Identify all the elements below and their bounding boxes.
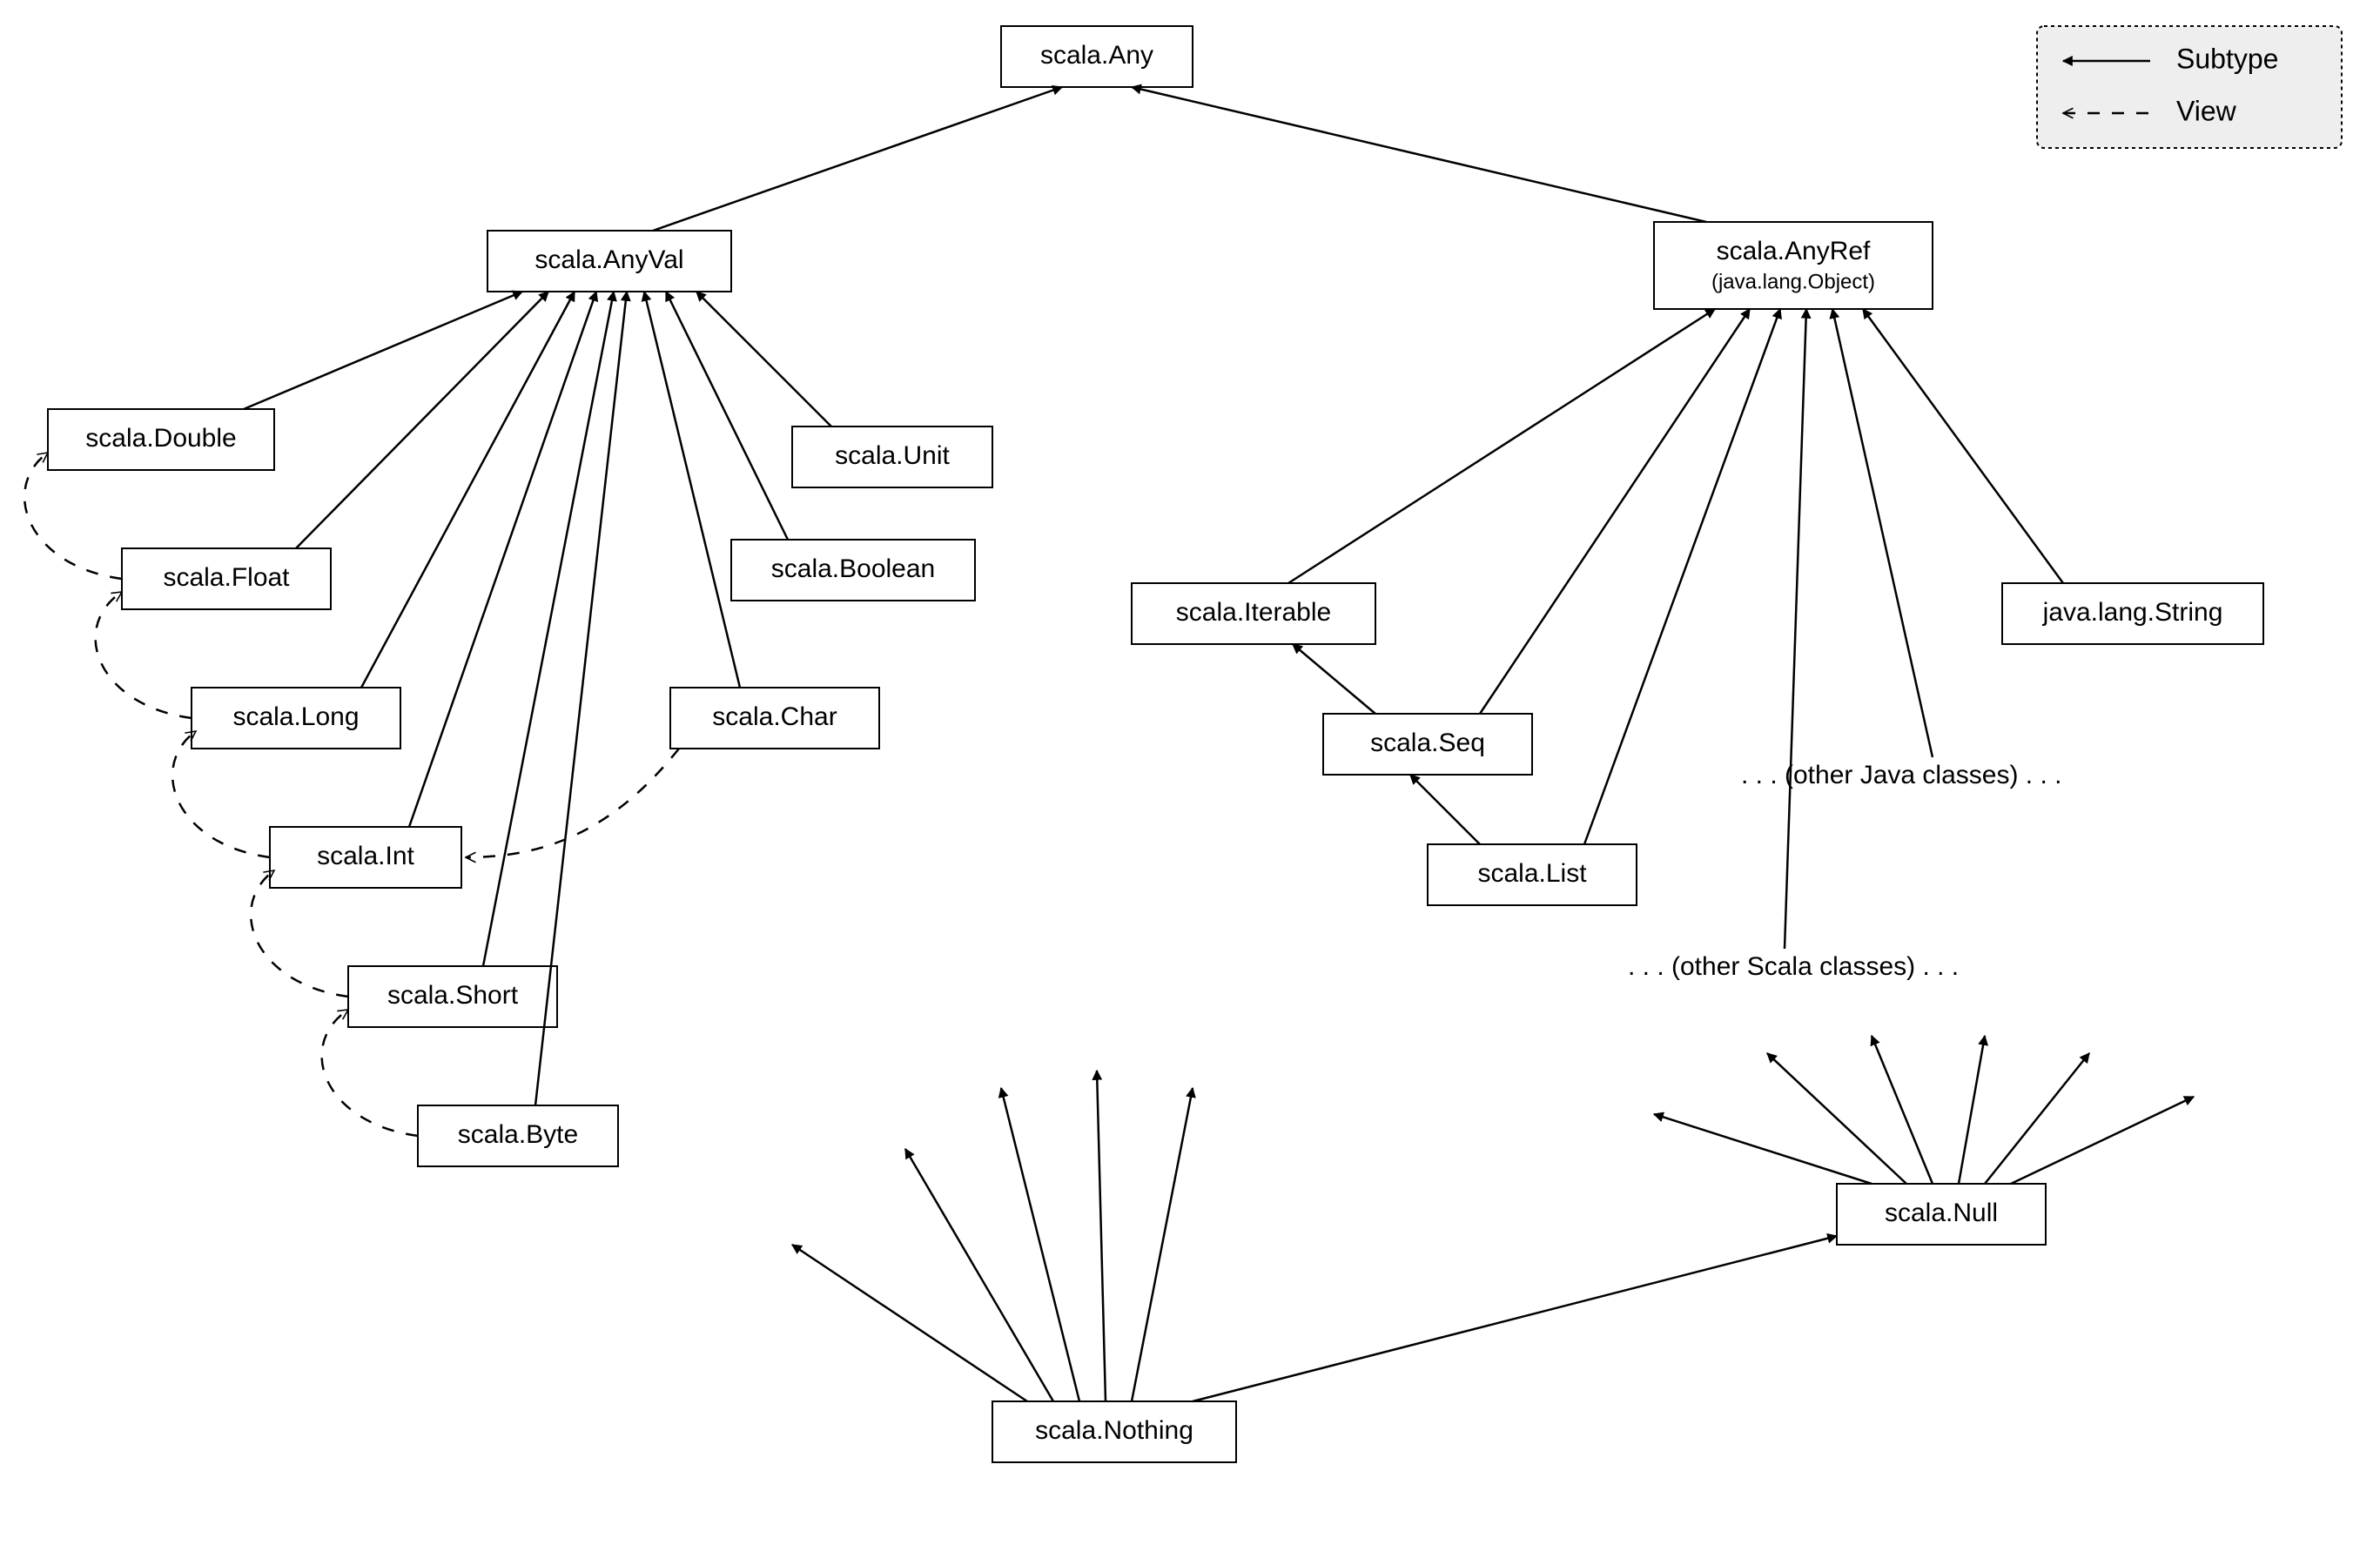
label-iterable: scala.Iterable: [1176, 598, 1331, 627]
node-boolean: scala.Boolean: [731, 540, 975, 601]
label-null: scala.Null: [1885, 1199, 1998, 1227]
label-double: scala.Double: [85, 424, 236, 453]
node-long: scala.Long: [192, 688, 400, 749]
label-short: scala.Short: [387, 981, 519, 1010]
node-null: scala.Null: [1837, 1184, 2046, 1245]
node-short: scala.Short: [348, 966, 557, 1027]
node-string: java.lang.String: [2002, 583, 2263, 644]
label-char: scala.Char: [712, 702, 837, 731]
legend-subtype-label: Subtype: [2176, 43, 2278, 74]
node-char: scala.Char: [670, 688, 879, 749]
label-any: scala.Any: [1040, 41, 1153, 70]
node-nothing: scala.Nothing: [992, 1401, 1236, 1462]
label-string: java.lang.String: [2042, 598, 2223, 627]
legend-view-label: View: [2176, 95, 2237, 126]
label-anyref-sub: (java.lang.Object): [1711, 270, 1875, 293]
label-long: scala.Long: [232, 702, 359, 731]
node-int: scala.Int: [270, 827, 461, 888]
label-unit: scala.Unit: [835, 441, 950, 470]
node-any: scala.Any: [1001, 26, 1193, 87]
node-anyval: scala.AnyVal: [487, 231, 731, 292]
label-seq: scala.Seq: [1370, 729, 1485, 757]
note-other-scala: . . . (other Scala classes) . . .: [1628, 952, 1959, 981]
node-seq: scala.Seq: [1323, 714, 1532, 775]
label-anyref: scala.AnyRef: [1717, 237, 1871, 265]
node-iterable: scala.Iterable: [1132, 583, 1375, 644]
node-anyref: scala.AnyRef (java.lang.Object): [1654, 222, 1933, 309]
label-anyval: scala.AnyVal: [534, 245, 683, 274]
label-boolean: scala.Boolean: [771, 554, 935, 583]
node-float: scala.Float: [122, 548, 331, 609]
label-byte: scala.Byte: [458, 1120, 578, 1149]
label-nothing: scala.Nothing: [1035, 1416, 1193, 1445]
label-int: scala.Int: [317, 842, 414, 870]
scala-hierarchy-diagram: Subtype View scala.Any scala.AnyVal scal…: [0, 0, 2380, 1565]
label-float: scala.Float: [163, 563, 290, 592]
node-byte: scala.Byte: [418, 1105, 618, 1166]
node-unit: scala.Unit: [792, 427, 992, 487]
node-list: scala.List: [1428, 844, 1637, 905]
label-list: scala.List: [1477, 859, 1587, 888]
legend: Subtype View: [2037, 26, 2342, 148]
node-double: scala.Double: [48, 409, 274, 470]
